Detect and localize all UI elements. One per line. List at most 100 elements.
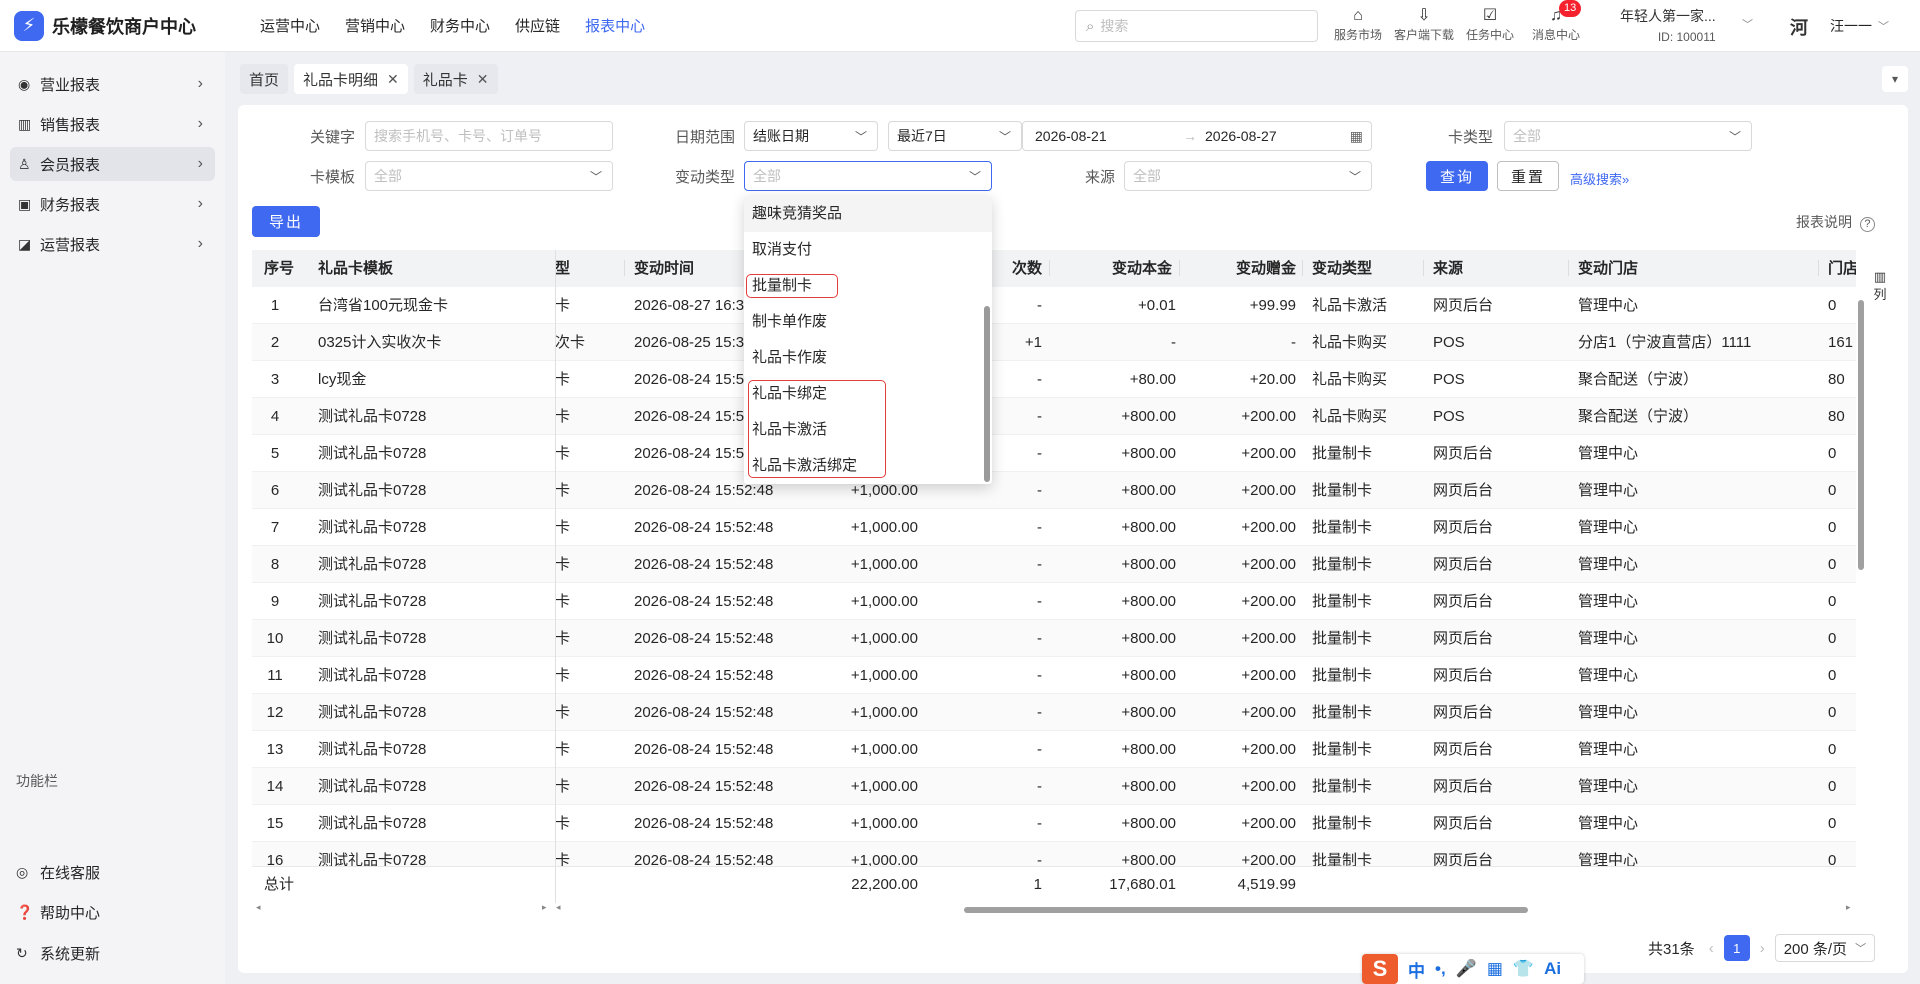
sidebar-item-sales-report[interactable]: ▥ 销售报表 › [10, 107, 215, 141]
cell-template: 测试礼品卡0728 [318, 667, 427, 684]
scroll-left-icon[interactable]: ◂ [556, 902, 561, 913]
user-menu[interactable]: 河 汪一一 ﹀ [1790, 14, 1889, 38]
close-icon[interactable]: ✕ [477, 71, 489, 88]
table-row[interactable]: 14 测试礼品卡0728 卡 2026-08-24 15:52:48 +1,000.00… [252, 768, 1856, 805]
cell-store: 管理中心 [1578, 815, 1639, 832]
skin-icon[interactable]: 👕 [1513, 959, 1534, 979]
page-1-button[interactable]: 1 [1723, 935, 1750, 961]
scroll-left-icon[interactable]: ◂ [256, 902, 261, 913]
reset-button[interactable]: 重置 [1497, 161, 1559, 191]
horizontal-scrollbar[interactable]: ◂ ▸ ◂ ▸ [256, 902, 1856, 916]
search-input[interactable]: ⌕ 搜索 [1075, 10, 1318, 42]
tab-gift-card[interactable]: 礼品卡 ✕ [413, 64, 498, 94]
online-service-link[interactable]: ◎ 在线客服 [16, 862, 100, 883]
tool-client-download[interactable]: ⇩ 客户端下载 [1391, 6, 1457, 43]
tool-service-market[interactable]: ⌂ 服务市场 [1325, 6, 1391, 43]
tool-task-center[interactable]: ☑ 任务中心 [1457, 6, 1523, 43]
tool-label: 任务中心 [1465, 28, 1514, 42]
sidebar-item-business-report[interactable]: ◉ 营业报表 › [10, 67, 215, 101]
export-button[interactable]: 导出 [252, 206, 320, 237]
nav-reports[interactable]: 报表中心 [585, 15, 645, 36]
nav-marketing[interactable]: 营销中心 [345, 15, 405, 36]
nav-finance[interactable]: 财务中心 [430, 15, 490, 36]
prev-page-icon[interactable]: ‹ [1709, 940, 1714, 957]
cell-card-type: 卡 [555, 371, 571, 388]
option-activate-gift-card[interactable]: 礼品卡激活 [744, 412, 992, 448]
ime-logo[interactable]: S [1362, 954, 1398, 984]
app-logo[interactable]: ⚡ 乐檬餐饮商户中心 [14, 10, 234, 41]
system-update-link[interactable]: ↻ 系统更新 [16, 943, 100, 964]
card-template-select[interactable]: 全部 ﹀ [365, 161, 613, 191]
cell-source: 网页后台 [1433, 519, 1494, 536]
tabs-more-button[interactable]: ▾ [1882, 66, 1908, 92]
sidebar-item-member-report[interactable]: ♙ 会员报表 › [10, 147, 215, 181]
ime-punctuation[interactable]: •, [1435, 959, 1446, 979]
dropdown-scrollbar[interactable] [984, 306, 990, 482]
scroll-right-icon[interactable]: ▸ [1846, 902, 1851, 913]
source-value: 全部 [1133, 168, 1161, 184]
nav-supply-chain[interactable]: 供应链 [515, 15, 560, 36]
table-row[interactable]: 2 0325计入实收次卡 次卡 2026-08-25 15:3 +1- - 礼品卡购买 POS… [252, 324, 1856, 361]
table-row[interactable]: 7 测试礼品卡0728 卡 2026-08-24 15:52:48 +1,000.00 -… [252, 509, 1856, 546]
option-quiz-prize[interactable]: 趣味竞猜奖品 [744, 196, 992, 232]
nav-operations[interactable]: 运营中心 [260, 15, 320, 36]
advanced-search-link[interactable]: 高级搜索» [1570, 169, 1629, 188]
table-row[interactable]: 5 测试礼品卡0728 卡 2026-08-24 15:5- +800.00 +200.0… [252, 435, 1856, 472]
option-void-gift-card[interactable]: 礼品卡作废 [744, 340, 992, 376]
report-explain-link[interactable]: 报表说明 ? [1796, 212, 1875, 232]
table-row[interactable]: 8 测试礼品卡0728 卡 2026-08-24 15:52:48 +1,000.00 -… [252, 546, 1856, 583]
option-void-card-order[interactable]: 制卡单作废 [744, 304, 992, 340]
column-divider [1568, 260, 1569, 276]
change-type-dropdown: 趣味竞猜奖品 取消支付 批量制卡 制卡单作废 礼品卡作废 礼品卡绑定 礼品卡激活… [744, 196, 992, 484]
source-select[interactable]: 全部 ﹀ [1124, 161, 1372, 191]
total-bonus: 4,519.99 [1237, 876, 1296, 893]
table-row[interactable]: 9 测试礼品卡0728 卡 2026-08-24 15:52:48 +1,000.00 -… [252, 583, 1856, 620]
cell-index: 4 [270, 408, 280, 425]
tool-message-center[interactable]: ♫ 13 消息中心 [1523, 0, 1589, 43]
keyboard-icon[interactable]: ▦ [1487, 959, 1503, 979]
shop-switcher[interactable]: 年轻人第一家... ID: 100011 ﹀ [1620, 6, 1753, 44]
change-type-select[interactable]: 全部 ﹀ [744, 161, 992, 191]
date-range-picker[interactable]: 2026-08-21 → 2026-08-27 ▦ [1022, 121, 1372, 151]
table-row[interactable]: 12 测试礼品卡0728 卡 2026-08-24 15:52:48 +1,000.00… [252, 694, 1856, 731]
option-activate-bind-gift-card[interactable]: 礼品卡激活绑定 [744, 448, 992, 484]
column-settings-button[interactable]: ▥ 列 [1872, 268, 1888, 304]
table-row[interactable]: 4 测试礼品卡0728 卡 2026-08-24 15:5- +800.00 +200.0… [252, 398, 1856, 435]
total-count: 共31条 [1648, 940, 1695, 958]
table-row[interactable]: 15 测试礼品卡0728 卡 2026-08-24 15:52:48 +1,000.00… [252, 805, 1856, 842]
tab-home[interactable]: 首页 [240, 64, 289, 94]
date-type-select[interactable]: 结账日期 ﹀ [744, 121, 878, 151]
table-row[interactable]: 6 测试礼品卡0728 卡 2026-08-24 15:52:48 +1,000.00-… [252, 472, 1856, 509]
ime-chinese-mode[interactable]: 中 [1408, 957, 1425, 982]
cell-template: 测试礼品卡0728 [318, 445, 427, 462]
card-template-label: 卡模板 [309, 169, 355, 186]
close-icon[interactable]: ✕ [387, 71, 399, 88]
query-button[interactable]: 查询 [1426, 161, 1488, 191]
table-row[interactable]: 10 测试礼品卡0728 卡 2026-08-24 15:52:48 +1,000.00… [252, 620, 1856, 657]
calendar-icon: ▦ [1349, 127, 1363, 144]
next-page-icon[interactable]: › [1760, 940, 1765, 957]
microphone-icon[interactable]: 🎤 [1456, 959, 1477, 979]
card-type-select[interactable]: 全部 ﹀ [1504, 121, 1752, 151]
page-size-select[interactable]: 200 条/页 ﹀ [1774, 934, 1876, 962]
option-bind-gift-card[interactable]: 礼品卡绑定 [744, 376, 992, 412]
vertical-scroll-thumb[interactable] [1858, 300, 1864, 570]
table-row[interactable]: 13 测试礼品卡0728 卡 2026-08-24 15:52:48 +1,000.00… [252, 731, 1856, 768]
keyword-input[interactable]: 搜索手机号、卡号、订单号 [365, 121, 613, 151]
option-batch-make-card[interactable]: 批量制卡 [744, 268, 992, 304]
table-row[interactable]: 11 测试礼品卡0728 卡 2026-08-24 15:52:48 +1,000.00… [252, 657, 1856, 694]
sidebar: ◉ 营业报表 › ▥ 销售报表 › ♙ 会员报表 › ▣ 财务报表 › ◪ 运营… [0, 52, 225, 984]
cell-change-type: 批量制卡 [1312, 704, 1373, 721]
table-row[interactable]: 1 台湾省100元现金卡卡 2026-08-27 16:3- +0.01 +99.99 礼… [252, 287, 1856, 324]
ime-ai[interactable]: Ai [1544, 959, 1561, 979]
table-row[interactable]: 3 lcy现金卡 2026-08-24 15:5- +80.00 +20.00 礼品卡购买… [252, 361, 1856, 398]
option-cancel-payment[interactable]: 取消支付 [744, 232, 992, 268]
sidebar-item-operations-report[interactable]: ◪ 运营报表 › [10, 227, 215, 261]
vertical-scrollbar[interactable] [1858, 290, 1866, 870]
help-center-link[interactable]: ❓ 帮助中心 [16, 902, 100, 923]
scroll-right-icon[interactable]: ▸ [542, 902, 547, 913]
horizontal-scroll-thumb[interactable] [964, 907, 1528, 913]
sidebar-item-finance-report[interactable]: ▣ 财务报表 › [10, 187, 215, 221]
tab-gift-card-detail[interactable]: 礼品卡明细 ✕ [294, 64, 408, 94]
date-preset-select[interactable]: 最近7日 ﹀ [888, 121, 1022, 151]
